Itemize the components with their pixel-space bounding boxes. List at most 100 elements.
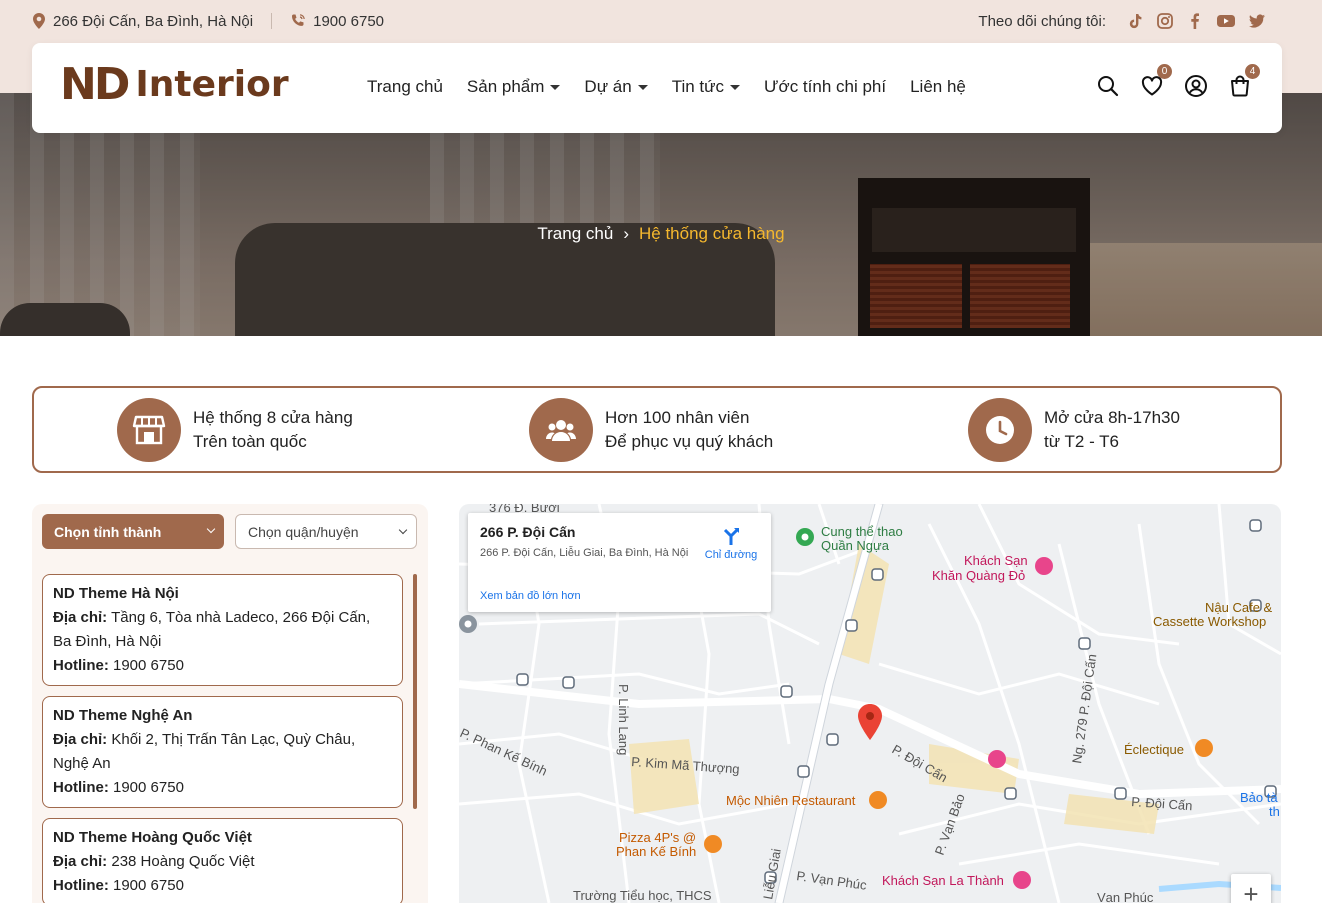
breadcrumb: Trang chủ › Hệ thống cửa hàng <box>0 224 1322 244</box>
logo-mark: ND <box>60 59 130 110</box>
site-logo[interactable]: ND Interior <box>60 63 289 107</box>
svg-text:Phan Kế Bính: Phan Kế Bính <box>616 844 696 859</box>
store-name: ND Theme Nghệ An <box>53 707 193 724</box>
province-select-label: Chọn tỉnh thành <box>54 523 162 540</box>
features-bar: Hệ thống 8 cửa hàng Trên toàn quốc Hơn 1… <box>32 386 1282 473</box>
cafe-icon <box>1195 739 1213 757</box>
users-icon <box>546 420 576 441</box>
store-panel: Chọn tỉnh thành Chọn quận/huyện ND Theme… <box>32 504 428 903</box>
hotel-icon <box>1013 871 1031 889</box>
store-hotline-label: Hotline: <box>53 779 109 796</box>
district-select-label: Chọn quận/huyện <box>248 523 359 540</box>
store-address: Địa chỉ: Khối 2, Thị Trấn Tân Lạc, Quỳ C… <box>53 728 392 776</box>
store-address: Địa chỉ: Tầng 6, Tòa nhà Ladeco, 266 Đội… <box>53 606 392 654</box>
view-larger-map-link[interactable]: Xem bản đồ lớn hơn <box>480 590 581 602</box>
province-select[interactable]: Chọn tỉnh thành <box>42 514 224 549</box>
main-nav: Trang chủ Sản phẩm Dự án Tin tức Ước tín… <box>367 77 966 97</box>
nav-projects[interactable]: Dự án <box>584 77 648 97</box>
svg-text:P. Linh Lang: P. Linh Lang <box>616 684 631 755</box>
clock-icon <box>986 416 1014 444</box>
top-address[interactable]: 266 Đội Cấn, Ba Đình, Hà Nội <box>32 13 253 30</box>
nav-news[interactable]: Tin tức <box>671 77 741 97</box>
chevron-down-icon <box>730 84 741 90</box>
chevron-down-icon <box>206 524 216 534</box>
store-address-label: Địa chỉ: <box>53 853 108 870</box>
svg-text:Khách Sạn: Khách Sạn <box>964 553 1028 568</box>
header-actions: 0 4 <box>1096 64 1260 98</box>
map-marker-icon <box>858 704 882 740</box>
zoom-in-button[interactable]: + <box>1231 874 1271 903</box>
search-icon <box>1098 76 1119 97</box>
breadcrumb-separator: › <box>623 224 629 243</box>
feature-staff: Hơn 100 nhân viên Để phục vụ quý khách <box>529 398 773 462</box>
map-info-address: 266 P. Đội Cấn, Liễu Giai, Ba Đình, Hà N… <box>480 547 689 559</box>
store-address-value: 238 Hoàng Quốc Việt <box>111 853 255 870</box>
feature-staff-badge <box>529 398 593 462</box>
store-hotline: Hotline: 1900 6750 <box>53 654 392 678</box>
svg-text:Mộc Nhiên Restaurant: Mộc Nhiên Restaurant <box>726 793 856 808</box>
nav-contact-label: Liên hệ <box>910 77 966 96</box>
svg-text:Khách Sạn La Thành: Khách Sạn La Thành <box>882 873 1004 888</box>
feature-hours-line1: Mở cửa 8h-17h30 <box>1044 408 1180 427</box>
nav-home-label: Trang chủ <box>367 77 443 96</box>
store-card[interactable]: ND Theme Nghệ An Địa chỉ: Khối 2, Thị Tr… <box>42 696 403 808</box>
svg-text:P. Vạn Phúc: P. Vạn Phúc <box>796 868 868 893</box>
chevron-down-icon <box>550 84 561 90</box>
top-phone[interactable]: 1900 6750 <box>290 13 384 30</box>
store-name: ND Theme Hoàng Quốc Việt <box>53 829 252 846</box>
wishlist-button[interactable]: 0 <box>1140 64 1172 98</box>
nav-products[interactable]: Sản phẩm <box>467 77 561 97</box>
cart-button[interactable]: 4 <box>1228 64 1260 98</box>
hotel-icon <box>988 750 1006 768</box>
youtube-icon[interactable] <box>1216 12 1236 30</box>
account-button[interactable] <box>1184 74 1208 98</box>
facebook-icon[interactable] <box>1186 12 1204 30</box>
store-address-label: Địa chỉ: <box>53 609 108 626</box>
store-card[interactable]: ND Theme Hà Nội Địa chỉ: Tầng 6, Tòa nhà… <box>42 574 403 686</box>
svg-text:th: th <box>1269 804 1280 819</box>
breadcrumb-home[interactable]: Trang chủ <box>537 224 613 244</box>
nav-contact[interactable]: Liên hệ <box>910 77 966 97</box>
svg-text:Pizza 4P's @: Pizza 4P's @ <box>619 830 696 845</box>
twitter-icon[interactable] <box>1248 12 1266 30</box>
store-map[interactable]: 376 Đ. Bưởi Cung thể thao Quần Ngựa Khác… <box>459 504 1281 903</box>
svg-text:Nậu Cafe &: Nậu Cafe & <box>1205 600 1273 615</box>
store-hotline-value: 1900 6750 <box>113 779 184 796</box>
feature-staff-line2: Để phục vụ quý khách <box>605 432 774 451</box>
feature-stores-line2: Trên toàn quốc <box>193 432 307 451</box>
nav-news-label: Tin tức <box>671 77 725 96</box>
search-button[interactable] <box>1096 74 1120 98</box>
nav-products-label: Sản phẩm <box>466 77 545 96</box>
site-header: ND Interior Trang chủ Sản phẩm Dự án Tin… <box>32 43 1282 133</box>
store-hotline-label: Hotline: <box>53 657 109 674</box>
divider <box>271 13 273 29</box>
svg-text:Éclectique: Éclectique <box>1124 742 1184 757</box>
store-icon <box>132 415 166 445</box>
svg-text:Cung thể thao: Cung thể thao <box>821 524 903 539</box>
nav-cost-estimate[interactable]: Ước tính chi phí <box>764 77 886 97</box>
feature-stores-line1: Hệ thống 8 cửa hàng <box>193 408 353 427</box>
store-card[interactable]: ND Theme Hoàng Quốc Việt Địa chỉ: 238 Ho… <box>42 818 403 903</box>
wishlist-count-badge: 0 <box>1157 64 1172 79</box>
directions-button[interactable]: Chỉ đường <box>696 525 766 561</box>
tiktok-icon[interactable] <box>1126 12 1144 30</box>
chevron-down-icon <box>398 525 408 535</box>
phone-icon <box>292 14 305 26</box>
chevron-down-icon <box>637 84 648 90</box>
restaurant-icon <box>704 835 722 853</box>
store-hotline-label: Hotline: <box>53 877 109 894</box>
top-phone-text: 1900 6750 <box>313 12 385 30</box>
directions-icon <box>723 528 739 545</box>
store-hotline-value: 1900 6750 <box>113 877 184 894</box>
store-list: ND Theme Hà Nội Địa chỉ: Tầng 6, Tòa nhà… <box>42 574 403 903</box>
nav-projects-label: Dự án <box>584 77 632 96</box>
store-list-scrollbar[interactable] <box>413 574 417 809</box>
feature-hours-line2: từ T2 - T6 <box>1044 432 1119 451</box>
cart-count-badge: 4 <box>1245 64 1260 79</box>
map-info-card: 266 P. Đội Cấn 266 P. Đội Cấn, Liễu Giai… <box>468 513 771 612</box>
directions-label: Chỉ đường <box>704 549 758 561</box>
restaurant-icon <box>869 791 887 809</box>
district-select[interactable]: Chọn quận/huyện <box>235 514 417 549</box>
nav-home[interactable]: Trang chủ <box>367 77 443 97</box>
instagram-icon[interactable] <box>1156 12 1174 30</box>
